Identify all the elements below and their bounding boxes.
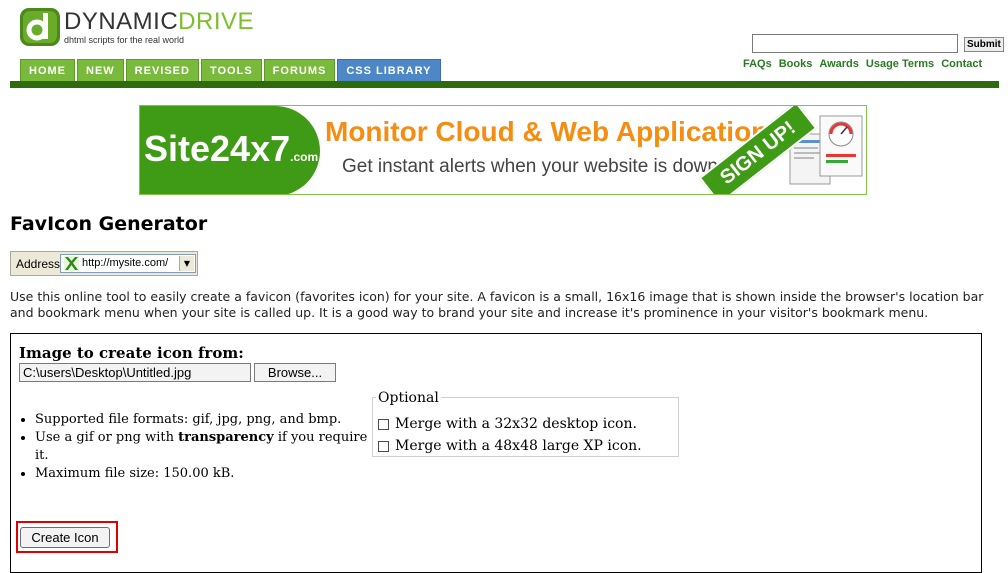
browse-button[interactable]: Browse...: [254, 363, 336, 382]
form-heading: Image to create icon from:: [19, 344, 244, 362]
merge-48-label: Merge with a 48x48 large XP icon.: [395, 438, 642, 454]
dynamicdrive-logo[interactable]: DYNAMICDRIVE dhtml scripts for the real …: [20, 8, 270, 48]
nav-tab-tools[interactable]: TOOLS: [200, 59, 262, 81]
nav-tab-forums[interactable]: FORUMS: [263, 59, 336, 81]
banner-brand: Site24x7.com: [144, 128, 319, 169]
nav-tab-revised[interactable]: REVISED: [125, 59, 199, 81]
banner-subline: Get instant alerts when your website is …: [342, 156, 718, 177]
chevron-down-icon: ▼: [179, 256, 194, 271]
address-label: Address: [16, 257, 61, 271]
file-requirements-list: Supported file formats: gif, jpg, png, a…: [19, 411, 375, 483]
search-submit-button[interactable]: Submit: [964, 37, 1004, 52]
nav-tab-css-library[interactable]: CSS LIBRARY: [337, 59, 441, 81]
merge-32-option[interactable]: Merge with a 32x32 desktop icon.: [378, 416, 637, 432]
link-faqs[interactable]: FAQs: [743, 58, 772, 70]
list-item: Use a gif or png with transparency if yo…: [35, 429, 375, 465]
merge-48-checkbox[interactable]: [378, 440, 389, 452]
merge-48-option[interactable]: Merge with a 48x48 large XP icon.: [378, 438, 642, 454]
merge-32-checkbox[interactable]: [378, 418, 389, 430]
intro-paragraph: Use this online tool to easily create a …: [10, 289, 984, 320]
logo-d-icon: [20, 8, 60, 46]
file-path-input[interactable]: C:\users\Desktop\Untitled.jpg: [19, 363, 251, 382]
address-input-preview: http://mysite.com/ ▼: [60, 254, 196, 273]
nav-tab-home[interactable]: HOME: [20, 59, 75, 81]
list-item: Supported file formats: gif, jpg, png, a…: [35, 411, 375, 429]
favicon-preview-icon: [64, 256, 79, 271]
optional-legend: Optional: [376, 390, 441, 406]
create-icon-button[interactable]: Create Icon: [20, 527, 110, 548]
logo-wordmark: DYNAMICDRIVE: [64, 8, 255, 35]
banner-headline: Monitor Cloud & Web Applications: [325, 116, 784, 147]
link-books[interactable]: Books: [779, 58, 813, 70]
nav-divider-bar: [10, 81, 999, 88]
link-awards[interactable]: Awards: [819, 58, 859, 70]
address-bar-preview: Address http://mysite.com/ ▼: [10, 251, 198, 276]
logo-tagline: dhtml scripts for the real world: [64, 35, 185, 45]
list-item: Maximum file size: 150.00 kB.: [35, 465, 375, 483]
merge-32-label: Merge with a 32x32 desktop icon.: [395, 416, 637, 432]
favicon-form: Image to create icon from: C:\users\Desk…: [10, 333, 982, 573]
search-input[interactable]: [752, 34, 958, 53]
ad-banner[interactable]: Site24x7.com Monitor Cloud & Web Applica…: [139, 105, 867, 195]
page-title: FavIcon Generator: [10, 213, 208, 235]
link-usage-terms[interactable]: Usage Terms: [866, 58, 934, 70]
main-nav: HOME NEW REVISED TOOLS FORUMS CSS LIBRAR…: [20, 59, 441, 81]
optional-fieldset: Optional Merge with a 32x32 desktop icon…: [372, 390, 679, 457]
link-contact[interactable]: Contact: [941, 58, 982, 70]
top-links: FAQs Books Awards Usage Terms Contact: [743, 58, 982, 70]
address-text: http://mysite.com/: [82, 257, 169, 269]
nav-tab-new[interactable]: NEW: [77, 59, 124, 81]
